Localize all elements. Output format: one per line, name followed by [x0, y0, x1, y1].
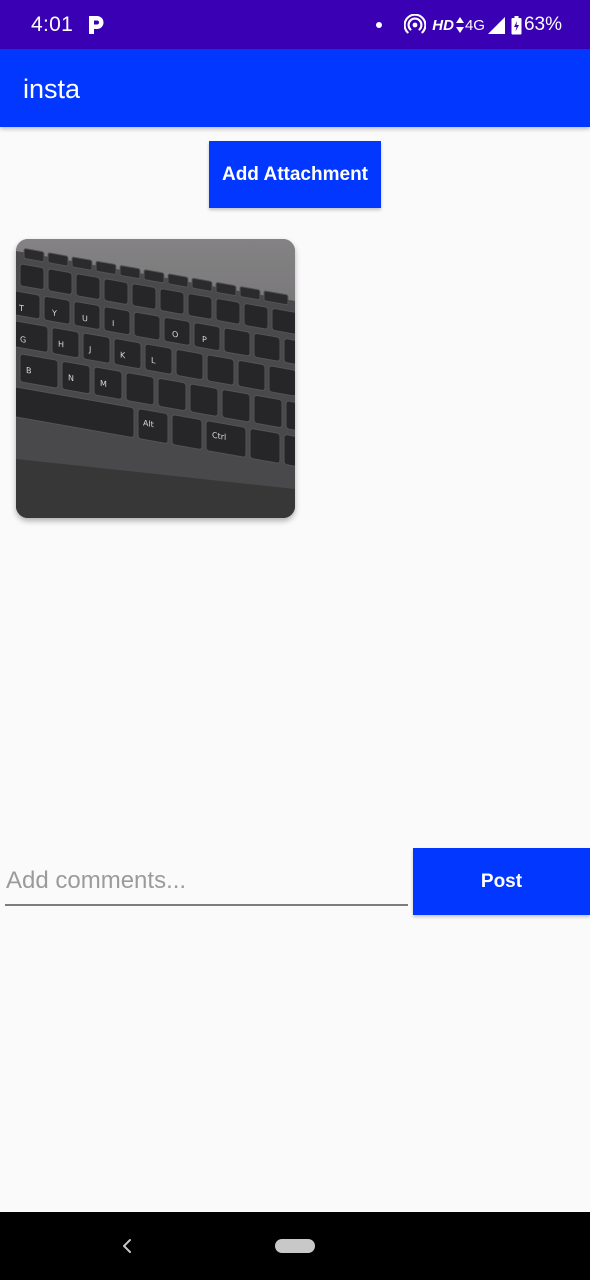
battery-icon — [511, 15, 522, 34]
data-arrows-icon — [455, 17, 464, 33]
dot-icon — [376, 22, 383, 28]
network-hd-label: HD — [432, 16, 454, 34]
status-bar: 4:01 HD 4G 63% — [0, 0, 590, 49]
battery-percent: 63% — [523, 14, 562, 35]
back-icon[interactable] — [118, 1236, 136, 1256]
signal-icon — [487, 16, 505, 34]
post-button[interactable]: Post — [413, 848, 590, 915]
app-title: insta — [23, 74, 81, 104]
comment-input[interactable] — [5, 858, 408, 906]
hotspot-icon — [404, 14, 427, 34]
status-icons: HD 4G 63% — [376, 10, 562, 40]
app-bar: insta — [0, 49, 590, 127]
keyboard-photo: T Y U I O P G H J K L B N M Alt Ctrl — [16, 239, 295, 518]
add-attachment-button[interactable]: Add Attachment — [209, 141, 381, 208]
network-type-label: 4G — [464, 16, 485, 34]
home-pill-icon[interactable] — [275, 1239, 315, 1253]
attachment-image[interactable]: T Y U I O P G H J K L B N M Alt Ctrl — [16, 239, 295, 518]
p-app-icon — [89, 16, 104, 34]
status-time: 4:01 — [31, 13, 74, 36]
navigation-bar — [0, 1212, 590, 1280]
